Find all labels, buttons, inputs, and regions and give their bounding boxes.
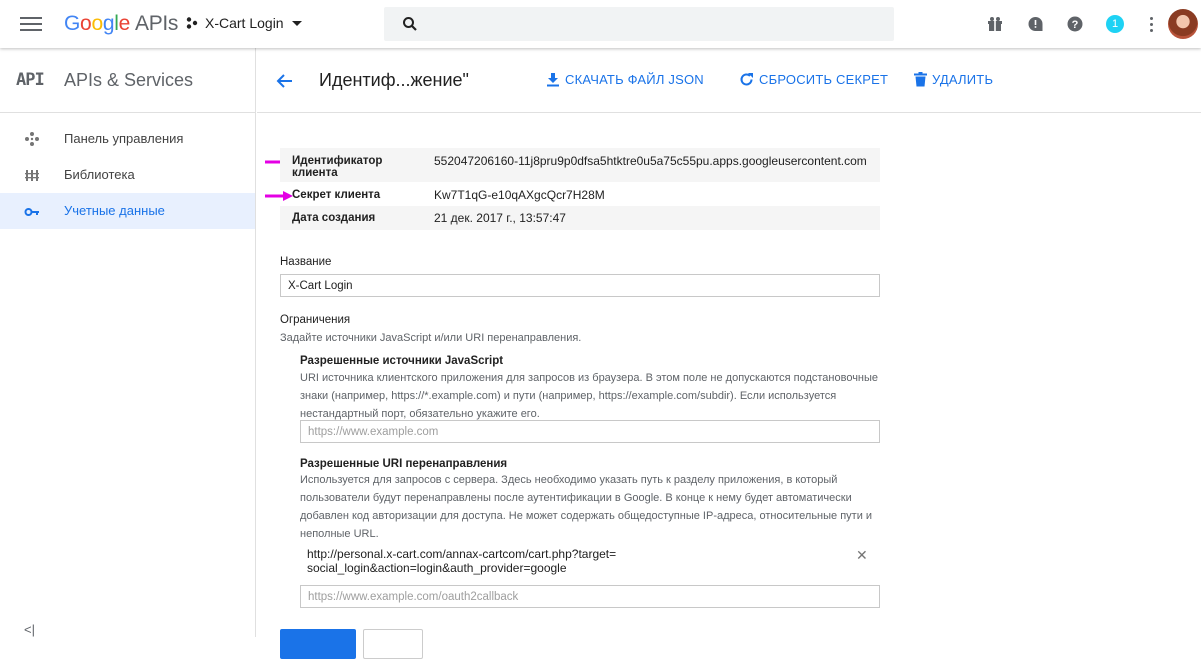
client-id-value[interactable]: 552047206160-11j8pru9p0dfsa5htktre0u5a75…: [434, 154, 867, 168]
creation-date-value: 21 дек. 2017 г., 13:57:47: [434, 211, 566, 225]
sidebar-item-label: Панель управления: [64, 131, 184, 146]
google-apis-logo[interactable]: Google APIs: [64, 12, 178, 36]
logo-letter: o: [91, 12, 103, 35]
project-selector[interactable]: X-Cart Login: [185, 15, 302, 31]
sidebar-item-label: Библиотека: [64, 167, 135, 182]
logo-suffix: APIs: [134, 12, 179, 35]
avatar[interactable]: [1168, 9, 1198, 39]
cancel-button[interactable]: [363, 629, 423, 659]
chevron-down-icon: [291, 20, 302, 26]
logo-letter: o: [80, 12, 92, 35]
page-header: Идентиф...жение" СКАЧАТЬ ФАЙЛ JSON СБРОС…: [257, 48, 1201, 113]
name-input[interactable]: [280, 274, 880, 297]
delete-button[interactable]: УДАЛИТЬ: [914, 72, 993, 87]
sidebar-title[interactable]: APIs & Services: [64, 70, 193, 91]
js-origins-label: Разрешенные источники JavaScript: [300, 355, 504, 367]
project-name: X-Cart Login: [205, 15, 284, 31]
back-arrow-icon[interactable]: [275, 72, 293, 90]
sidebar: API APIs & Services Панель управления Би…: [0, 48, 256, 637]
library-icon: [25, 170, 39, 181]
logo-letter: e: [118, 12, 131, 35]
refresh-icon: [740, 73, 753, 86]
client-secret-row: Секрет клиента Kw7T1qG-e10qAXgcQcr7H28M: [280, 182, 880, 206]
search-bar[interactable]: [384, 7, 894, 41]
redirect-uri-input[interactable]: [300, 585, 880, 608]
download-json-label: СКАЧАТЬ ФАЙЛ JSON: [565, 72, 704, 87]
client-secret-label: Секрет клиента: [292, 189, 381, 201]
page-title: Идентиф...жение": [319, 70, 469, 90]
client-secret-value[interactable]: Kw7T1qG-e10qAXgcQcr7H28M: [434, 188, 605, 202]
top-app-bar: Google APIs X-Cart Login ? 1: [0, 0, 1201, 48]
redirect-uris-description: Используется для запросов с сервера. Зде…: [300, 474, 873, 540]
sidebar-item-library[interactable]: Библиотека: [0, 157, 255, 193]
feedback-icon[interactable]: [1025, 14, 1045, 34]
sidebar-item-credentials[interactable]: Учетные данные: [0, 193, 255, 229]
gift-icon[interactable]: [985, 14, 1005, 34]
js-origins-description: URI источника клиентского приложения для…: [300, 372, 879, 420]
redirect-uris-label: Разрешенные URI перенаправления: [300, 458, 508, 470]
sidebar-item-label: Учетные данные: [64, 203, 165, 218]
sidebar-header: API APIs & Services: [0, 48, 255, 113]
creation-date-label: Дата создания: [292, 212, 376, 224]
svg-text:?: ?: [1072, 19, 1079, 31]
name-label: Название: [280, 256, 332, 268]
help-icon[interactable]: ?: [1065, 14, 1085, 34]
api-badge: API: [16, 70, 45, 90]
dashboard-icon: [25, 132, 39, 146]
redirect-uri-item[interactable]: http://personal.x-cart.com/annax-cartcom…: [307, 547, 617, 575]
search-icon: [403, 17, 417, 31]
save-button[interactable]: [280, 629, 356, 659]
more-vert-icon[interactable]: [1150, 16, 1154, 32]
project-icon: [186, 17, 198, 29]
reset-secret-label: СБРОСИТЬ СЕКРЕТ: [759, 72, 889, 87]
js-origin-input[interactable]: [300, 420, 880, 443]
restrictions-description: Задайте источники JavaScript и/или URI п…: [280, 332, 582, 344]
restrictions-label: Ограничения: [280, 314, 351, 326]
remove-uri-close-icon[interactable]: ✕: [856, 547, 868, 564]
creation-date-row: Дата создания 21 дек. 2017 г., 13:57:47: [280, 206, 880, 230]
notifications-badge[interactable]: 1: [1106, 15, 1124, 33]
client-id-label: Идентификатор клиента: [292, 155, 383, 179]
client-id-row: Идентификатор клиента 552047206160-11j8p…: [280, 148, 880, 182]
logo-letter: G: [64, 12, 81, 35]
logo-letter: g: [102, 12, 115, 35]
delete-label: УДАЛИТЬ: [932, 72, 994, 87]
download-json-button[interactable]: СКАЧАТЬ ФАЙЛ JSON: [546, 72, 704, 87]
key-icon: [24, 208, 39, 216]
sidebar-item-dashboard[interactable]: Панель управления: [0, 121, 255, 157]
reset-secret-button[interactable]: СБРОСИТЬ СЕКРЕТ: [739, 72, 888, 87]
download-icon: [547, 73, 559, 87]
top-bar-actions: ? 1: [965, 0, 1201, 48]
collapse-sidebar-icon[interactable]: <|: [24, 622, 35, 637]
trash-icon: [914, 72, 927, 87]
menu-icon[interactable]: [20, 14, 42, 34]
